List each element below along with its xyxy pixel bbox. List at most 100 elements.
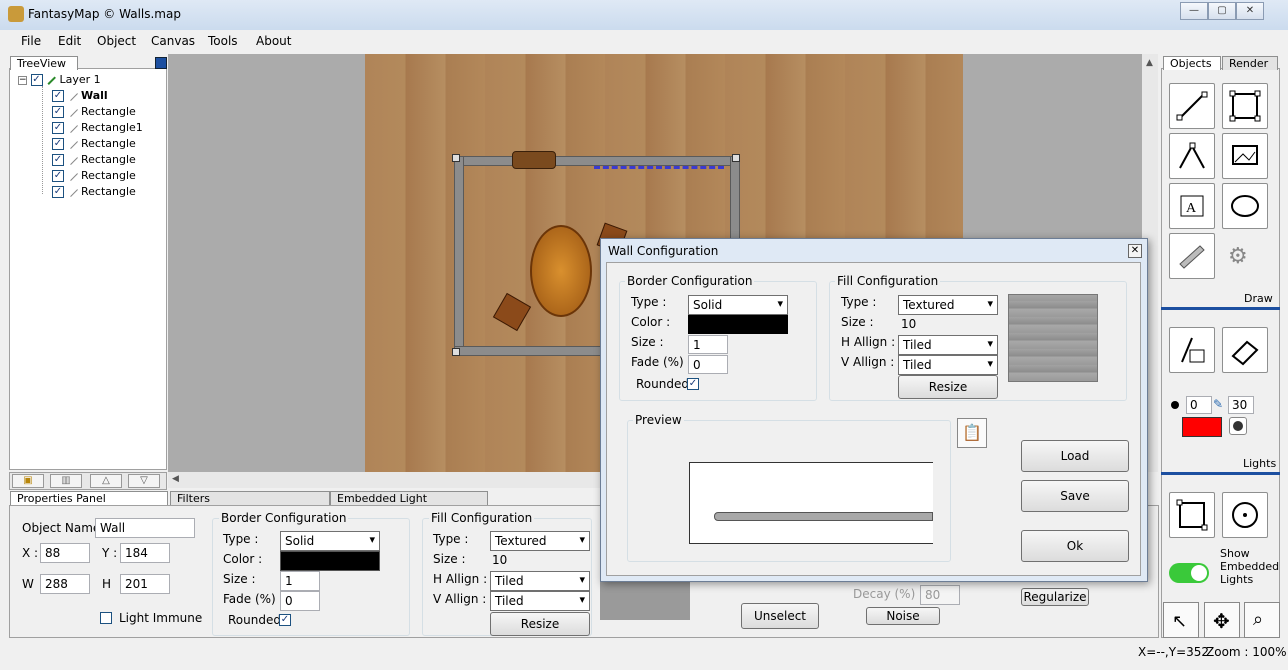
menu-tools[interactable]: Tools	[208, 34, 238, 48]
ellipse-tool-button[interactable]	[1222, 183, 1268, 229]
fill-type-select[interactable]: Textured	[490, 531, 590, 551]
move-down-icon[interactable]: ▽	[128, 474, 160, 488]
light-circle-button[interactable]	[1222, 492, 1268, 538]
wall-bottom[interactable]	[454, 346, 604, 356]
water-line[interactable]	[594, 166, 724, 174]
dialog-border-size-input[interactable]: 1	[688, 335, 728, 354]
move-up-icon[interactable]: △	[90, 474, 122, 488]
maximize-button[interactable]: ▢	[1208, 2, 1236, 20]
brush-size-input[interactable]: 0	[1186, 396, 1212, 414]
border-type-select[interactable]: Solid	[280, 531, 380, 551]
cursor-icon: ↖	[1172, 611, 1188, 632]
tab-properties-panel[interactable]: Properties Panel	[10, 491, 168, 505]
select-tool-button[interactable]: ↖	[1163, 602, 1199, 638]
light-rect-button[interactable]	[1169, 492, 1215, 538]
border-rounded-checkbox[interactable]: ✓	[279, 614, 291, 626]
move-tool-button[interactable]: ✥	[1204, 602, 1240, 638]
regularize-button[interactable]: Regularize	[1021, 588, 1089, 606]
settings-gear-icon[interactable]: ⚙	[1228, 244, 1248, 269]
tree-layer[interactable]: − ✓ Layer 1	[18, 72, 101, 88]
trash-icon[interactable]: ▥	[50, 474, 82, 488]
menu-about[interactable]: About	[256, 34, 291, 48]
dialog-close-icon[interactable]: ✕	[1128, 244, 1142, 258]
tree-item[interactable]: ✓ Rectangle	[52, 168, 136, 184]
menu-file[interactable]: File	[21, 34, 41, 48]
dialog-resize-button[interactable]: Resize	[898, 375, 998, 399]
ok-button[interactable]: Ok	[1021, 530, 1129, 562]
dialog-texture-preview[interactable]	[1008, 294, 1098, 382]
light-immune-checkbox[interactable]	[100, 612, 112, 624]
tree-item[interactable]: ✓ Rectangle	[52, 152, 136, 168]
rectangle-tool-button[interactable]	[1222, 83, 1268, 129]
dialog-rounded-checkbox[interactable]: ✓	[687, 378, 699, 390]
line-tool-button[interactable]	[1169, 83, 1215, 129]
dialog-border-size-label: Size :	[631, 335, 664, 349]
minimize-button[interactable]: —	[1180, 2, 1208, 20]
y-input[interactable]: 184	[120, 543, 170, 563]
tab-treeview[interactable]: TreeView	[10, 56, 78, 70]
tree-item[interactable]: ✓ Rectangle	[52, 184, 136, 200]
border-size-input[interactable]: 1	[280, 571, 320, 591]
tab-embedded-light[interactable]: Embedded Light	[330, 491, 488, 505]
save-button[interactable]: Save	[1021, 480, 1129, 512]
text-tool-button[interactable]: A	[1169, 183, 1215, 229]
round-table[interactable]	[530, 225, 592, 317]
color-picker-button[interactable]	[1229, 417, 1247, 435]
zoom-tool-button[interactable]: ⌕	[1244, 602, 1280, 638]
brush-image-button[interactable]	[1169, 327, 1215, 373]
border-fade-input[interactable]: 0	[280, 591, 320, 611]
object-name-input[interactable]: Wall	[95, 518, 195, 538]
wall-top[interactable]	[454, 156, 740, 166]
x-input[interactable]: 88	[40, 543, 90, 563]
dialog-border-type-select[interactable]: Solid	[688, 295, 788, 315]
menu-object[interactable]: Object	[97, 34, 136, 48]
menu-canvas[interactable]: Canvas	[151, 34, 195, 48]
open-folder-icon[interactable]: ▣	[12, 474, 44, 488]
selection-handle[interactable]	[452, 348, 460, 356]
scroll-up-icon[interactable]: ▲	[1146, 58, 1153, 68]
dialog-fill-type-select[interactable]: Textured	[898, 295, 998, 315]
layer-checkbox[interactable]: ✓	[30, 74, 43, 86]
chest-object[interactable]	[512, 151, 556, 169]
scroll-left-icon[interactable]: ◀	[172, 474, 179, 484]
tab-filters[interactable]: Filters	[170, 491, 330, 505]
decay-input[interactable]: 80	[920, 585, 960, 605]
tab-objects[interactable]: Objects	[1163, 56, 1221, 70]
fill-valign-select[interactable]: Tiled	[490, 591, 590, 611]
tree-item[interactable]: ✓ Rectangle1	[52, 120, 143, 136]
tree-item[interactable]: ✓ Rectangle	[52, 136, 136, 152]
dialog-fill-size-value[interactable]: 10	[901, 317, 916, 331]
paste-clipboard-icon[interactable]: 📋	[957, 418, 987, 448]
fill-resize-button[interactable]: Resize	[490, 612, 590, 636]
unselect-button[interactable]: Unselect	[741, 603, 819, 629]
polyline-tool-button[interactable]	[1169, 133, 1215, 179]
wall-right[interactable]	[730, 156, 740, 240]
pen-size-input[interactable]: 30	[1228, 396, 1254, 414]
close-window-button[interactable]: ✕	[1236, 2, 1264, 20]
tree-item[interactable]: ✓ Rectangle	[52, 104, 136, 120]
image-tool-button[interactable]	[1222, 133, 1268, 179]
show-lights-toggle[interactable]	[1169, 563, 1209, 583]
selection-handle[interactable]	[452, 154, 460, 162]
h-input[interactable]: 201	[120, 574, 170, 594]
dialog-fill-halign-select[interactable]: Tiled	[898, 335, 998, 355]
panel-dropdown-icon[interactable]	[155, 57, 167, 69]
dialog-border-color-swatch[interactable]	[688, 315, 788, 334]
fill-size-value[interactable]: 10	[492, 553, 507, 567]
w-input[interactable]: 288	[40, 574, 90, 594]
fill-halign-select[interactable]: Tiled	[490, 571, 590, 591]
menu-edit[interactable]: Edit	[58, 34, 81, 48]
eraser-button[interactable]	[1222, 327, 1268, 373]
tab-render[interactable]: Render	[1222, 56, 1278, 70]
dialog-border-fade-input[interactable]: 0	[688, 355, 728, 374]
noise-button[interactable]: Noise	[866, 607, 940, 625]
object-name-label: Object Name	[22, 521, 101, 535]
dialog-fill-valign-select[interactable]: Tiled	[898, 355, 998, 375]
tree-item-wall[interactable]: ✓ Wall	[52, 88, 108, 104]
brush-color-swatch[interactable]	[1182, 417, 1222, 437]
border-color-swatch[interactable]	[280, 551, 380, 571]
selection-handle[interactable]	[732, 154, 740, 162]
load-button[interactable]: Load	[1021, 440, 1129, 472]
wall-tool-button[interactable]	[1169, 233, 1215, 279]
wall-left[interactable]	[454, 156, 464, 356]
